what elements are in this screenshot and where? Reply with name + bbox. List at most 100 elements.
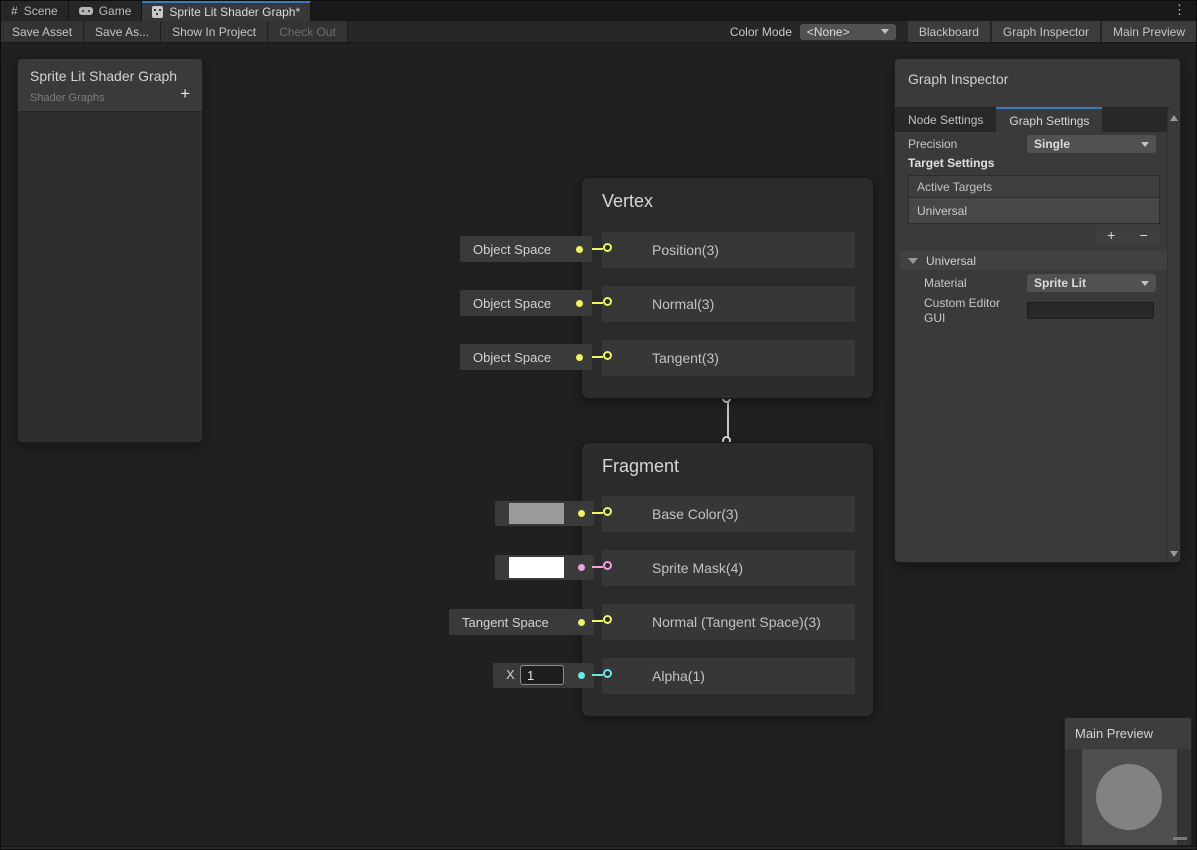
base-color-swatch[interactable] <box>509 503 564 524</box>
normal-port[interactable] <box>603 297 612 306</box>
material-dropdown[interactable]: Sprite Lit <box>1027 274 1156 292</box>
tab-game-label: Game <box>99 4 132 18</box>
position-port[interactable] <box>603 243 612 252</box>
custom-editor-gui-label: Custom Editor GUI <box>924 296 1020 326</box>
slot-label: Tangent(3) <box>652 350 719 366</box>
alpha-value-input[interactable] <box>520 665 564 685</box>
vertex-fragment-edge[interactable] <box>727 401 729 437</box>
active-targets-list: Active Targets Universal <box>908 175 1160 224</box>
space-dropdown-label: Object Space <box>460 296 551 311</box>
slot-link <box>592 620 603 622</box>
tab-game[interactable]: Game <box>69 1 143 21</box>
add-property-button[interactable]: + <box>180 85 190 102</box>
main-preview-title: Main Preview <box>1075 726 1153 741</box>
scroll-up-icon[interactable] <box>1170 115 1178 121</box>
target-list-buttons: + − <box>1095 225 1160 245</box>
blackboard-title: Sprite Lit Shader Graph <box>30 68 190 84</box>
slot-link <box>592 302 603 304</box>
graph-inspector-toggle-button[interactable]: Graph Inspector <box>992 21 1100 42</box>
sprite-mask-port[interactable] <box>603 561 612 570</box>
sprite-mask-swatch[interactable] <box>509 557 564 578</box>
normal-ts-port[interactable] <box>603 615 612 624</box>
slot-link <box>592 566 603 568</box>
check-out-button: Check Out <box>268 21 348 42</box>
slot-label: Normal (Tangent Space)(3) <box>652 614 821 630</box>
chevron-down-icon <box>1141 281 1149 286</box>
precision-dropdown[interactable]: Single <box>1027 135 1156 153</box>
save-asset-button[interactable]: Save Asset <box>1 21 84 42</box>
fragment-node[interactable]: Fragment Base Color(3) Sprite Mask(4) No… <box>581 442 874 717</box>
main-preview-panel[interactable]: Main Preview <box>1064 717 1192 846</box>
inspector-tabstrip: Node Settings Graph Settings <box>895 107 1169 132</box>
graph-inspector-panel[interactable]: Graph Inspector Node Settings Graph Sett… <box>894 58 1181 563</box>
main-preview-toggle-button[interactable]: Main Preview <box>1102 21 1196 42</box>
fragment-slot-normal-ts: Normal (Tangent Space)(3) <box>602 604 855 640</box>
slot-label: Base Color(3) <box>652 506 738 522</box>
show-in-project-button[interactable]: Show In Project <box>161 21 268 42</box>
blackboard-toggle-button[interactable]: Blackboard <box>908 21 990 42</box>
chevron-down-icon <box>881 29 889 34</box>
fragment-slot-base-color: Base Color(3) <box>602 496 855 532</box>
active-target-item[interactable]: Universal <box>909 198 1159 223</box>
tangent-port[interactable] <box>603 351 612 360</box>
fragment-node-title: Fragment <box>602 456 679 477</box>
space-dropdown-label: Object Space <box>460 350 551 365</box>
port-dot <box>578 672 585 679</box>
base-color-port[interactable] <box>603 507 612 516</box>
tab-scene[interactable]: # Scene <box>1 1 69 21</box>
alpha-float-control: X <box>493 663 594 688</box>
color-mode-label: Color Mode <box>730 25 792 39</box>
preview-render-area <box>1082 749 1177 845</box>
custom-editor-gui-input[interactable] <box>1027 302 1154 319</box>
inspector-scrollbar[interactable] <box>1167 109 1180 563</box>
scroll-down-icon[interactable] <box>1170 551 1178 557</box>
fragment-slot-alpha: Alpha(1) <box>602 658 855 694</box>
tab-shader-graph[interactable]: Sprite Lit Shader Graph* <box>142 1 311 21</box>
chevron-down-icon <box>1141 142 1149 147</box>
main-preview-header: Main Preview <box>1065 718 1191 749</box>
material-label: Material <box>924 276 967 290</box>
slot-link <box>592 512 603 514</box>
alpha-port[interactable] <box>603 669 612 678</box>
remove-target-button[interactable]: − <box>1128 225 1161 245</box>
preview-sprite-circle <box>1096 764 1162 830</box>
universal-foldout-label: Universal <box>926 254 976 268</box>
port-dot <box>578 619 585 626</box>
space-dropdown-label: Object Space <box>460 242 551 257</box>
window-tab-bar: # Scene Game Sprite Lit Shader Graph* ⋮ <box>1 1 1196 21</box>
tab-node-settings[interactable]: Node Settings <box>895 107 996 132</box>
normal-space-dropdown[interactable]: Object Space <box>460 290 592 316</box>
tab-scene-label: Scene <box>24 4 58 18</box>
tab-graph-settings[interactable]: Graph Settings <box>996 107 1102 132</box>
normal-ts-space-dropdown[interactable]: Tangent Space <box>449 609 594 635</box>
shader-graph-asset-icon <box>152 6 163 18</box>
vertex-slot-position: Position(3) <box>602 232 855 268</box>
color-mode-dropdown[interactable]: <None> <box>800 24 896 40</box>
slot-label: Alpha(1) <box>652 668 705 684</box>
preview-resize-handle[interactable] <box>1173 837 1187 840</box>
position-space-dropdown[interactable]: Object Space <box>460 236 592 262</box>
save-as-button[interactable]: Save As... <box>84 21 161 42</box>
tangent-space-dropdown[interactable]: Object Space <box>460 344 592 370</box>
add-target-button[interactable]: + <box>1095 225 1128 245</box>
sprite-mask-control <box>495 555 594 580</box>
slot-label: Normal(3) <box>652 296 714 312</box>
space-dropdown-label: Tangent Space <box>449 615 549 630</box>
target-settings-label: Target Settings <box>908 156 994 170</box>
fragment-slot-sprite-mask: Sprite Mask(4) <box>602 550 855 586</box>
vertex-node[interactable]: Vertex Position(3) Normal(3) Tangent(3) <box>581 177 874 399</box>
tab-shader-graph-label: Sprite Lit Shader Graph* <box>169 5 300 19</box>
slot-link <box>592 248 603 250</box>
universal-foldout[interactable]: Universal <box>900 251 1170 270</box>
scene-grid-icon: # <box>11 4 18 18</box>
x-component-label: X <box>506 667 515 682</box>
window-menu-icon[interactable]: ⋮ <box>1173 2 1186 18</box>
window-bottom-edge <box>1 846 1196 850</box>
slot-label: Sprite Mask(4) <box>652 560 743 576</box>
port-dot <box>576 300 583 307</box>
port-dot <box>576 354 583 361</box>
vertex-node-title: Vertex <box>602 191 653 212</box>
base-color-control <box>495 501 594 526</box>
active-targets-header: Active Targets <box>909 176 1159 198</box>
blackboard-panel[interactable]: Sprite Lit Shader Graph Shader Graphs + <box>17 58 203 443</box>
